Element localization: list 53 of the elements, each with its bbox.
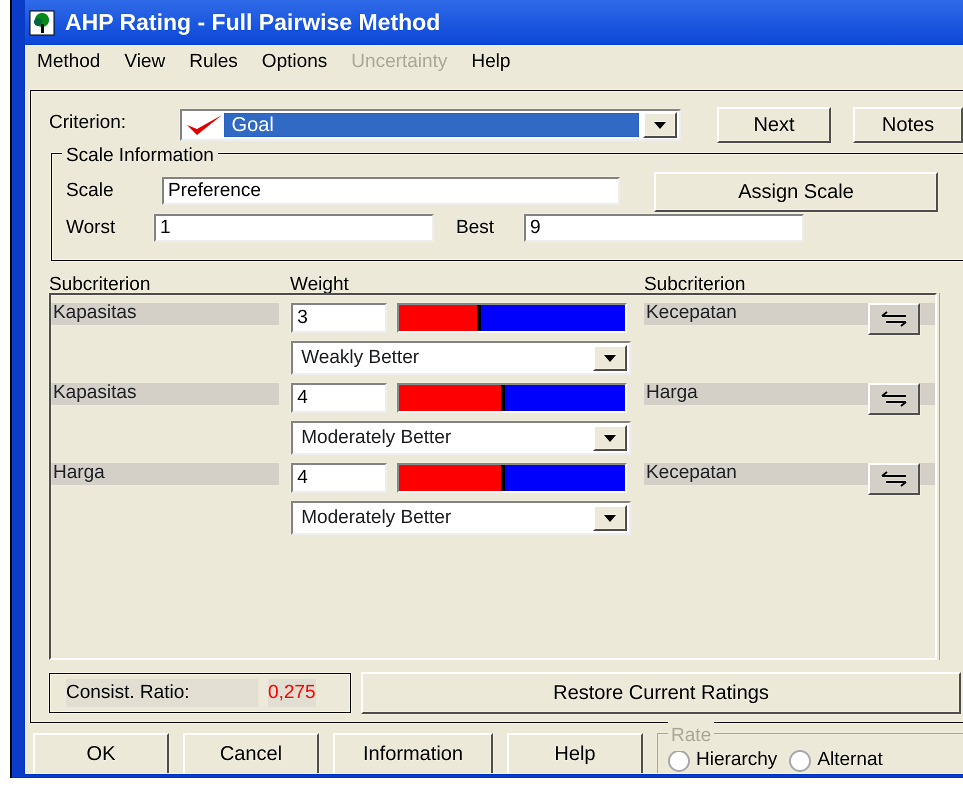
restore-ratings-button[interactable]: Restore Current Ratings	[361, 672, 961, 714]
swap-arrows-icon	[880, 471, 908, 487]
subcriterion-label: Kecepatan	[644, 303, 738, 325]
next-button[interactable]: Next	[717, 107, 831, 143]
weight-field[interactable]: 4	[291, 463, 388, 493]
subcriterion-label: Kapasitas	[51, 383, 279, 405]
best-field[interactable]: 9	[524, 214, 804, 242]
radio-label[interactable]: Alternat	[817, 746, 883, 775]
best-label: Best	[456, 216, 496, 240]
notes-button[interactable]: Notes	[853, 107, 963, 143]
consistency-value: 0,275	[268, 678, 316, 708]
subcriterion-label: Kecepatan	[644, 463, 738, 485]
assign-scale-button[interactable]: Assign Scale	[654, 172, 938, 212]
menu-item[interactable]: Rules	[177, 48, 250, 77]
verbal-dropdown[interactable]: Moderately Better	[291, 501, 632, 535]
menu-item[interactable]: Method	[25, 48, 112, 77]
criterion-label: Criterion:	[49, 111, 128, 135]
subcriterion-label: Harga	[51, 463, 279, 485]
column-header: Subcriterion	[644, 273, 746, 293]
weight-field[interactable]: 3	[291, 303, 388, 333]
menu-item[interactable]: Options	[250, 48, 340, 77]
consistency-label: Consist. Ratio:	[66, 678, 258, 708]
radio-button[interactable]	[789, 750, 812, 772]
menu-item[interactable]: Help	[459, 48, 522, 77]
verbal-dropdown[interactable]: Moderately Better	[291, 421, 632, 455]
swap-button[interactable]	[868, 463, 920, 495]
column-header: Subcriterion	[49, 273, 152, 293]
weight-bar[interactable]	[397, 303, 628, 333]
subcriterion-label: Kapasitas	[51, 303, 279, 325]
menu-item[interactable]: View	[112, 48, 178, 77]
ok-button[interactable]: OK	[33, 733, 169, 773]
swap-button[interactable]	[868, 303, 920, 335]
weight-bar[interactable]	[397, 463, 628, 493]
information-button[interactable]: Information	[333, 733, 493, 773]
radio-button[interactable]	[668, 750, 690, 772]
swap-arrows-icon	[880, 391, 908, 407]
verbal-dropdown[interactable]: Weakly Better	[291, 341, 632, 375]
tree-icon	[29, 10, 55, 36]
group-title: Rate	[668, 722, 714, 750]
swap-arrows-icon	[880, 311, 908, 327]
column-header: Weight	[290, 273, 350, 293]
scale-label: Scale	[66, 178, 115, 203]
subcriterion-label: Harga	[644, 383, 699, 405]
worst-field[interactable]: 1	[154, 214, 434, 242]
window-title: AHP Rating - Full Pairwise Method	[65, 8, 440, 38]
worst-label: Worst	[66, 216, 116, 240]
weight-field[interactable]: 4	[291, 383, 388, 413]
cancel-button[interactable]: Cancel	[183, 733, 319, 773]
scale-field[interactable]: Preference	[162, 177, 620, 205]
swap-button[interactable]	[868, 383, 920, 415]
criterion-dropdown[interactable]: Goal	[180, 109, 681, 141]
weight-bar[interactable]	[397, 383, 628, 413]
help-button[interactable]: Help	[507, 733, 643, 773]
